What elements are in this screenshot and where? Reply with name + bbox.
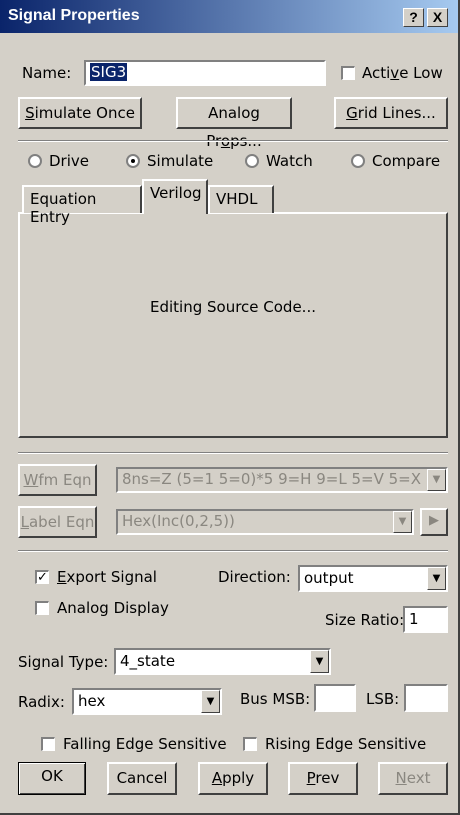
watch-label: Watch: [266, 152, 313, 170]
direction-select[interactable]: output ▼: [298, 565, 448, 592]
analog-display-label: Analog Display: [57, 599, 169, 617]
separator: [18, 550, 448, 552]
signal-properties-dialog: Signal Properties ? X Name: SIG3 Active …: [0, 0, 460, 815]
signal-type-select[interactable]: 4_state ▼: [114, 648, 331, 675]
label-eqn-value: Hex(Inc(0,2,5)): [122, 512, 235, 530]
signal-type-value: 4_state: [120, 652, 176, 670]
name-label: Name:: [22, 64, 72, 82]
export-signal-checkbox[interactable]: ✓: [35, 570, 49, 584]
chevron-down-icon[interactable]: ▼: [201, 690, 220, 713]
analog-display-checkbox[interactable]: [35, 601, 49, 615]
close-button[interactable]: X: [427, 8, 448, 27]
window-title: Signal Properties: [8, 7, 140, 24]
bus-msb-label: Bus MSB:: [240, 690, 311, 708]
grid-lines-button[interactable]: Grid Lines...: [334, 97, 448, 129]
separator: [18, 140, 448, 142]
falling-edge-checkbox[interactable]: [41, 737, 55, 751]
lsb-label: LSB:: [366, 690, 400, 708]
next-button[interactable]: Next: [378, 762, 448, 795]
tab-panel: [18, 212, 448, 438]
direction-value: output: [304, 569, 354, 587]
wfm-eqn-value: 8ns=Z (5=1 5=0)*5 9=H 9=L 5=V 5=X: [122, 470, 421, 488]
prev-button[interactable]: Prev: [288, 762, 358, 795]
rising-edge-checkbox[interactable]: [243, 737, 257, 751]
wfm-eqn-button[interactable]: Wfm Eqn: [18, 464, 97, 496]
rising-edge-label: Rising Edge Sensitive: [265, 735, 427, 753]
chevron-down-icon[interactable]: ▼: [427, 469, 446, 491]
simulate-radio[interactable]: [126, 154, 140, 168]
active-low-checkbox[interactable]: [341, 66, 355, 80]
apply-button[interactable]: Apply: [198, 762, 268, 795]
radix-select[interactable]: hex ▼: [72, 688, 222, 715]
lsb-input[interactable]: [404, 684, 448, 712]
label-eqn-combo[interactable]: Hex(Inc(0,2,5)) ▼: [116, 509, 414, 535]
size-ratio-input[interactable]: 1: [403, 606, 448, 633]
editing-message: Editing Source Code...: [149, 298, 316, 316]
ok-button[interactable]: OK: [18, 762, 86, 795]
watch-radio[interactable]: [245, 154, 259, 168]
tab-verilog[interactable]: Verilog: [142, 179, 208, 214]
radix-value: hex: [78, 692, 106, 710]
simulate-label: Simulate: [147, 152, 214, 170]
tab-vhdl[interactable]: VHDL: [208, 185, 274, 213]
drive-radio[interactable]: [28, 154, 42, 168]
cancel-button[interactable]: Cancel: [107, 762, 177, 795]
direction-label: Direction:: [218, 568, 291, 586]
chevron-down-icon[interactable]: ▼: [310, 650, 329, 673]
size-ratio-label: Size Ratio:: [325, 611, 405, 629]
drive-label: Drive: [49, 152, 89, 170]
help-button[interactable]: ?: [403, 8, 424, 27]
name-value: SIG3: [90, 63, 128, 81]
compare-radio[interactable]: [351, 154, 365, 168]
simulate-once-button[interactable]: Simulate Once: [18, 97, 142, 129]
chevron-down-icon[interactable]: ▼: [427, 567, 446, 590]
active-low-label: Active Low: [362, 64, 443, 82]
wfm-eqn-combo[interactable]: 8ns=Z (5=1 5=0)*5 9=H 9=L 5=V 5=X ▼: [116, 467, 448, 493]
chevron-down-icon[interactable]: ▼: [393, 511, 412, 533]
label-eqn-button[interactable]: Label Eqn: [18, 506, 97, 538]
bus-msb-input[interactable]: [314, 684, 356, 712]
radix-label: Radix:: [18, 693, 65, 711]
falling-edge-label: Falling Edge Sensitive: [63, 735, 227, 753]
compare-label: Compare: [372, 152, 441, 170]
name-input[interactable]: SIG3: [84, 60, 326, 86]
analog-props-button[interactable]: Analog Props...: [176, 97, 292, 150]
export-signal-label: Export Signal: [57, 568, 157, 586]
tab-equation-entry[interactable]: Equation Entry: [22, 185, 142, 226]
play-right-icon[interactable]: ▶: [420, 508, 448, 536]
signal-type-label: Signal Type:: [18, 653, 109, 671]
separator: [18, 452, 448, 454]
